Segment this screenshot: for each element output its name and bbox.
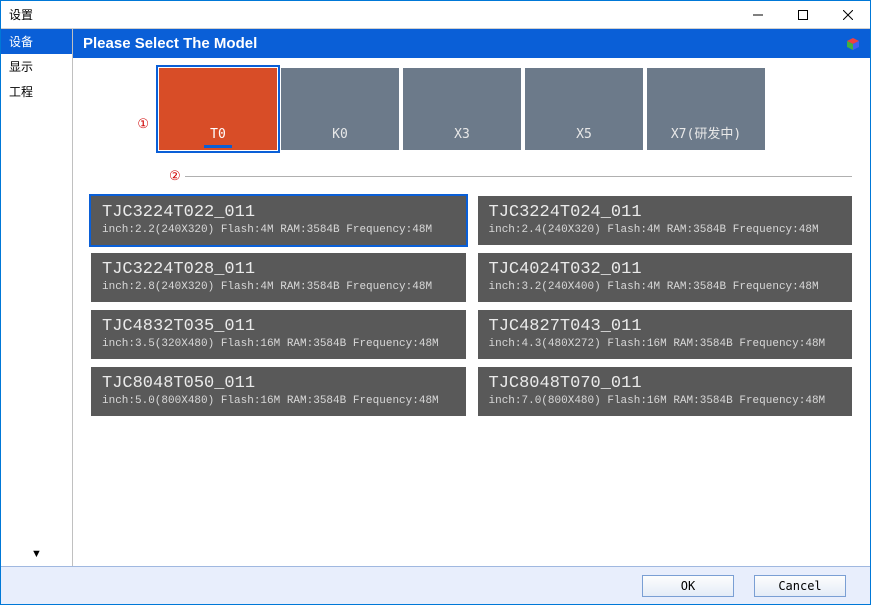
model-name: TJC4024T032_011 [489,260,842,279]
series-tab-T0[interactable]: T0 [159,68,277,150]
sidebar-item-2[interactable]: 工程 [1,79,72,104]
footer: OK Cancel [1,566,870,604]
model-name: TJC3224T022_011 [102,203,455,222]
model-name: TJC3224T024_011 [489,203,842,222]
window-title: 设置 [1,6,33,23]
main-header: Please Select The Model [73,29,870,58]
title-bar: 设置 [1,1,870,29]
maximize-button[interactable] [780,1,825,29]
model-specs: inch:3.5(320X480) Flash:16M RAM:3584B Fr… [102,338,455,350]
minimize-icon [753,10,763,20]
series-tab-X7(研发中)[interactable]: X7(研发中) [647,68,765,150]
model-specs: inch:5.0(800X480) Flash:16M RAM:3584B Fr… [102,395,455,407]
model-card[interactable]: TJC3224T028_011 inch:2.8(240X320) Flash:4… [91,253,466,302]
series-tabs: T0K0X3X5X7(研发中) [159,68,765,150]
series-tab-X5[interactable]: X5 [525,68,643,150]
model-card[interactable]: TJC4832T035_011 inch:3.5(320X480) Flash:1… [91,310,466,359]
sidebar-expand-arrow[interactable]: ▼ [1,542,72,566]
model-specs: inch:2.2(240X320) Flash:4M RAM:3584B Fre… [102,224,455,236]
annotation-1: ① [91,116,159,132]
ok-button[interactable]: OK [642,575,734,597]
model-specs: inch:7.0(800X480) Flash:16M RAM:3584B Fr… [489,395,842,407]
model-card[interactable]: TJC3224T024_011 inch:2.4(240X320) Flash:4… [478,196,853,245]
minimize-button[interactable] [735,1,780,29]
model-card[interactable]: TJC8048T070_011 inch:7.0(800X480) Flash:1… [478,367,853,416]
model-specs: inch:2.8(240X320) Flash:4M RAM:3584B Fre… [102,281,455,293]
divider [185,176,852,177]
model-name: TJC8048T070_011 [489,374,842,393]
cube-icon [846,37,860,51]
sidebar: 设备显示工程 ▼ [1,29,73,566]
annotation-2: ② [91,168,185,184]
close-button[interactable] [825,1,870,29]
model-name: TJC4832T035_011 [102,317,455,336]
close-icon [843,10,853,20]
main-header-title: Please Select The Model [83,35,257,52]
model-card[interactable]: TJC3224T022_011 inch:2.2(240X320) Flash:4… [91,196,466,245]
model-specs: inch:2.4(240X320) Flash:4M RAM:3584B Fre… [489,224,842,236]
model-name: TJC3224T028_011 [102,260,455,279]
models-grid: TJC3224T022_011 inch:2.2(240X320) Flash:4… [91,196,852,416]
cancel-button[interactable]: Cancel [754,575,846,597]
model-card[interactable]: TJC4024T032_011 inch:3.2(240X400) Flash:4… [478,253,853,302]
model-name: TJC8048T050_011 [102,374,455,393]
maximize-icon [798,10,808,20]
sidebar-item-1[interactable]: 显示 [1,54,72,79]
model-specs: inch:4.3(480X272) Flash:16M RAM:3584B Fr… [489,338,842,350]
model-card[interactable]: TJC4827T043_011 inch:4.3(480X272) Flash:1… [478,310,853,359]
model-card[interactable]: TJC8048T050_011 inch:5.0(800X480) Flash:1… [91,367,466,416]
sidebar-item-0[interactable]: 设备 [1,29,72,54]
series-tab-K0[interactable]: K0 [281,68,399,150]
series-tab-X3[interactable]: X3 [403,68,521,150]
model-specs: inch:3.2(240X400) Flash:4M RAM:3584B Fre… [489,281,842,293]
model-name: TJC4827T043_011 [489,317,842,336]
